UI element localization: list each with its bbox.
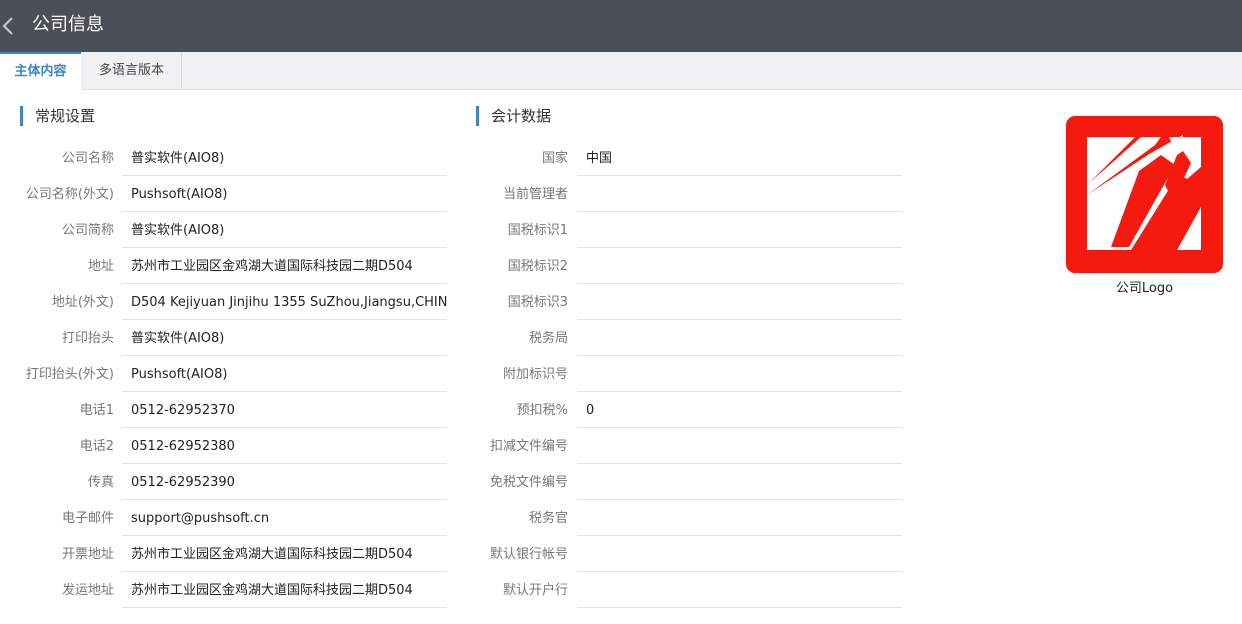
accounting-value-field[interactable] bbox=[577, 321, 902, 356]
general-value-field[interactable]: Pushsoft(AIO8) bbox=[122, 357, 447, 392]
accounting-label: 国税标识3 bbox=[507, 295, 568, 310]
accounting-value-field[interactable] bbox=[577, 177, 902, 212]
general-label: 开票地址 bbox=[61, 547, 114, 562]
general-label: 地址 bbox=[87, 259, 114, 274]
company-logo[interactable] bbox=[1065, 115, 1224, 274]
general-value-field[interactable]: 苏州市工业园区金鸡湖大道国际科技园二期D504 bbox=[122, 537, 447, 572]
accounting-value-field[interactable] bbox=[577, 501, 902, 536]
accounting-row: 国税标识1 bbox=[0, 213, 902, 249]
general-value-field[interactable]: 苏州市工业园区金鸡湖大道国际科技园二期D504 bbox=[122, 249, 447, 284]
logo-caption: 公司Logo bbox=[1115, 281, 1174, 296]
accounting-row: 免税文件编号 bbox=[0, 465, 902, 501]
accounting-value-field[interactable] bbox=[577, 537, 902, 572]
accounting-label: 默认开户行 bbox=[502, 583, 568, 598]
accounting-row: 默认银行帐号 bbox=[0, 537, 902, 573]
accounting-label: 预扣税% bbox=[516, 403, 568, 418]
general-label: 公司简称 bbox=[61, 223, 114, 238]
accounting-row: 当前管理者 bbox=[0, 177, 902, 213]
accounting-label: 附加标识号 bbox=[502, 367, 568, 382]
accounting-label: 国家 bbox=[541, 151, 568, 166]
accounting-value-field[interactable] bbox=[577, 573, 902, 608]
accounting-label: 国税标识2 bbox=[507, 259, 568, 274]
title-bar: 公司信息 bbox=[0, 0, 1242, 52]
accounting-row: 默认开户行 bbox=[0, 573, 902, 609]
accounting-row: 国税标识2 bbox=[0, 249, 902, 285]
tab-multilanguage[interactable]: 多语言版本 bbox=[82, 52, 182, 89]
accounting-label: 税务局 bbox=[528, 331, 568, 346]
general-value-field[interactable]: 普实软件(AIO8) bbox=[122, 213, 447, 248]
accounting-row: 税务局 bbox=[0, 321, 902, 357]
general-label: 电话2 bbox=[79, 439, 114, 454]
accounting-value-field[interactable] bbox=[577, 213, 902, 248]
accounting-value-field[interactable] bbox=[577, 249, 902, 284]
accounting-label: 默认银行帐号 bbox=[489, 547, 568, 562]
general-label: 电子邮件 bbox=[61, 511, 114, 526]
general-value-field[interactable]: 苏州市工业园区金鸡湖大道国际科技园二期D504 bbox=[122, 573, 447, 608]
accounting-row: 国家 中国 bbox=[0, 141, 902, 177]
general-value-field[interactable]: Pushsoft(AIO8) bbox=[122, 177, 447, 212]
accounting-value-field[interactable] bbox=[577, 357, 902, 392]
accounting-row: 税务官 bbox=[0, 501, 902, 537]
general-value-field[interactable]: 0512-62952370 bbox=[122, 393, 447, 428]
general-settings-heading: 常规设置 bbox=[20, 106, 95, 126]
general-value-field[interactable]: D504 Kejiyuan Jinjihu 1355 SuZhou,Jiangs… bbox=[122, 285, 447, 320]
general-label: 电话1 bbox=[79, 403, 114, 418]
general-label: 公司名称(外文) bbox=[25, 187, 114, 202]
accounting-value-field[interactable]: 中国 bbox=[577, 141, 902, 176]
accounting-data-heading: 会计数据 bbox=[476, 106, 551, 126]
accounting-value-field[interactable] bbox=[577, 285, 902, 320]
accounting-value-field[interactable] bbox=[577, 465, 902, 500]
back-icon[interactable] bbox=[0, 12, 18, 40]
general-value-field[interactable]: 普实软件(AIO8) bbox=[122, 321, 447, 356]
tab-bar: 主体内容 多语言版本 bbox=[0, 52, 1242, 90]
general-label: 公司名称 bbox=[61, 151, 114, 166]
accounting-value-field[interactable]: 0 bbox=[577, 393, 902, 428]
general-value-field[interactable]: 普实软件(AIO8) bbox=[122, 141, 447, 176]
general-value-field[interactable]: 0512-62952390 bbox=[122, 465, 447, 500]
page-title: 公司信息 bbox=[32, 14, 104, 35]
accounting-label: 扣减文件编号 bbox=[489, 439, 568, 454]
accounting-label: 国税标识1 bbox=[507, 223, 568, 238]
accounting-label: 税务官 bbox=[528, 511, 568, 526]
accounting-value-field[interactable] bbox=[577, 429, 902, 464]
accounting-label: 当前管理者 bbox=[502, 187, 568, 202]
general-label: 地址(外文) bbox=[51, 295, 114, 310]
accounting-row: 预扣税% 0 bbox=[0, 393, 902, 429]
accounting-row: 国税标识3 bbox=[0, 285, 902, 321]
general-label: 发运地址 bbox=[61, 583, 114, 598]
general-value-field[interactable]: 0512-62952380 bbox=[122, 429, 447, 464]
accounting-row: 扣减文件编号 bbox=[0, 429, 902, 465]
general-label: 传真 bbox=[87, 475, 114, 490]
general-label: 打印抬头 bbox=[61, 331, 114, 346]
accounting-label: 免税文件编号 bbox=[489, 475, 568, 490]
general-value-field[interactable]: support@pushsoft.cn bbox=[122, 501, 447, 536]
accounting-row: 附加标识号 bbox=[0, 357, 902, 393]
general-label: 打印抬头(外文) bbox=[25, 367, 114, 382]
tab-main-content[interactable]: 主体内容 bbox=[0, 52, 81, 90]
